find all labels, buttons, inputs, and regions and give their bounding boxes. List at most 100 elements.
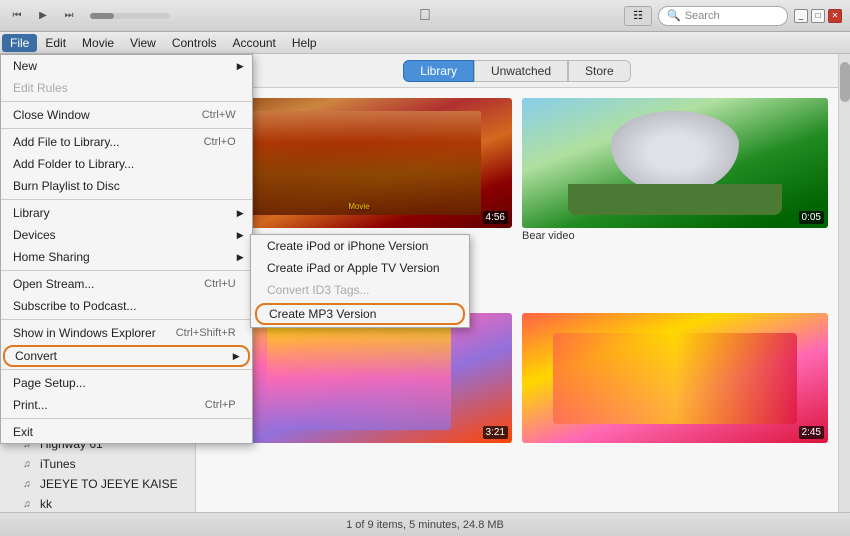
submenu-convert-id3-label: Convert ID3 Tags...	[267, 283, 370, 297]
title-bar-center: 	[419, 7, 431, 25]
menu-burn-playlist[interactable]: Burn Playlist to Disc	[1, 175, 252, 197]
menu-exit[interactable]: Exit	[1, 421, 252, 443]
close-window-shortcut: Ctrl+W	[202, 109, 236, 121]
menu-add-file[interactable]: Add File to Library... Ctrl+O	[1, 131, 252, 153]
close-button[interactable]: ✕	[828, 9, 842, 23]
separator-1	[1, 101, 252, 102]
menu-subscribe-podcast-label: Subscribe to Podcast...	[13, 299, 136, 313]
menu-close-window[interactable]: Close Window Ctrl+W	[1, 104, 252, 126]
menu-item-help[interactable]: Help	[284, 34, 325, 52]
sidebar-item-jeeye-label: JEEYE TO JEEYE KAISE	[40, 477, 178, 491]
sidebar-item-kk-label: kk	[40, 497, 52, 511]
menu-page-setup[interactable]: Page Setup...	[1, 372, 252, 394]
menu-open-stream[interactable]: Open Stream... Ctrl+U	[1, 273, 252, 295]
menu-item-account[interactable]: Account	[225, 34, 284, 52]
video-item-2[interactable]: 0:05 Bear video	[522, 98, 828, 303]
menu-devices-label: Devices	[13, 228, 56, 242]
menu-burn-playlist-label: Burn Playlist to Disc	[13, 179, 120, 193]
menu-home-sharing[interactable]: Home Sharing	[1, 246, 252, 268]
submenu-create-ipod-label: Create iPod or iPhone Version	[267, 239, 428, 253]
tab-library[interactable]: Library	[403, 60, 474, 82]
menu-new-label: New	[13, 59, 37, 73]
menu-item-movie[interactable]: Movie	[74, 34, 122, 52]
scrollbar[interactable]	[838, 54, 850, 512]
menu-item-edit[interactable]: Edit	[37, 34, 74, 52]
tab-store[interactable]: Store	[568, 60, 631, 82]
menu-add-folder[interactable]: Add Folder to Library...	[1, 153, 252, 175]
video-3-duration: 3:21	[483, 426, 508, 439]
menu-show-explorer-label: Show in Windows Explorer	[13, 326, 156, 340]
video-item-4[interactable]: 2:45	[522, 313, 828, 502]
rewind-button[interactable]: ⏮	[8, 7, 26, 25]
status-bar: 1 of 9 items, 5 minutes, 24.8 MB	[0, 512, 850, 536]
tab-unwatched[interactable]: Unwatched	[474, 60, 568, 82]
sidebar-item-kk[interactable]: ♫ kk	[0, 494, 195, 512]
show-explorer-shortcut: Ctrl+Shift+R	[176, 327, 236, 339]
menu-page-setup-label: Page Setup...	[13, 376, 86, 390]
menu-new[interactable]: New	[1, 55, 252, 77]
sidebar-item-itunes-label: iTunes	[40, 457, 76, 471]
tabs-bar: Library Unwatched Store	[196, 54, 838, 88]
submenu-create-ipod[interactable]: Create iPod or iPhone Version	[251, 235, 469, 257]
sidebar-item-itunes[interactable]: ♫ iTunes	[0, 454, 195, 474]
menu-home-sharing-label: Home Sharing	[13, 250, 90, 264]
submenu-create-mp3[interactable]: Create MP3 Version	[255, 303, 465, 325]
separator-7	[1, 418, 252, 419]
add-file-shortcut: Ctrl+O	[204, 136, 236, 148]
forward-button[interactable]: ⏭	[60, 7, 78, 25]
video-1-duration: 4:56	[483, 211, 508, 224]
menu-print[interactable]: Print... Ctrl+P	[1, 394, 252, 416]
menu-add-folder-label: Add Folder to Library...	[13, 157, 134, 171]
search-label: Search	[685, 10, 720, 22]
menu-subscribe-podcast[interactable]: Subscribe to Podcast...	[1, 295, 252, 317]
submenu-convert-id3: Convert ID3 Tags...	[251, 279, 469, 301]
submenu-create-ipad[interactable]: Create iPad or Apple TV Version	[251, 257, 469, 279]
file-menu-overlay: New Edit Rules Close Window Ctrl+W Add F…	[0, 54, 253, 444]
convert-submenu: Create iPod or iPhone Version Create iPa…	[250, 234, 470, 328]
scrollbar-thumb[interactable]	[840, 62, 850, 102]
title-bar-left: ⏮ ▶ ⏭	[8, 7, 170, 25]
video-2-label: Bear video	[522, 228, 828, 244]
menu-add-file-label: Add File to Library...	[13, 135, 120, 149]
menu-edit-rules-label: Edit Rules	[13, 81, 68, 95]
menu-convert[interactable]: Convert	[3, 345, 250, 367]
kk-icon: ♫	[20, 497, 34, 511]
sidebar-item-jeeye[interactable]: ♫ JEEYE TO JEEYE KAISE	[0, 474, 195, 494]
apple-logo: 	[419, 7, 431, 24]
progress-fill	[90, 13, 114, 19]
title-bar-right: ☷ 🔍 Search _ □ ✕	[624, 6, 842, 26]
open-stream-shortcut: Ctrl+U	[204, 278, 235, 290]
search-box[interactable]: 🔍 Search	[658, 6, 788, 26]
search-icon: 🔍	[667, 9, 681, 22]
maximize-button[interactable]: □	[811, 9, 825, 23]
separator-6	[1, 369, 252, 370]
menu-exit-label: Exit	[13, 425, 33, 439]
menu-show-explorer[interactable]: Show in Windows Explorer Ctrl+Shift+R	[1, 322, 252, 344]
menu-convert-label: Convert	[15, 349, 57, 363]
menu-item-file[interactable]: File	[2, 34, 37, 52]
menu-item-controls[interactable]: Controls	[164, 34, 225, 52]
playback-progress[interactable]	[90, 13, 170, 19]
jeeye-icon: ♫	[20, 477, 34, 491]
separator-5	[1, 319, 252, 320]
menu-edit-rules: Edit Rules	[1, 77, 252, 99]
submenu-create-mp3-label: Create MP3 Version	[269, 307, 376, 321]
separator-2	[1, 128, 252, 129]
video-thumb-4: 2:45	[522, 313, 828, 443]
separator-4	[1, 270, 252, 271]
window-controls: _ □ ✕	[794, 9, 842, 23]
menu-devices[interactable]: Devices	[1, 224, 252, 246]
minimize-button[interactable]: _	[794, 9, 808, 23]
menu-library-label: Library	[13, 206, 50, 220]
play-button[interactable]: ▶	[34, 7, 52, 25]
menu-open-stream-label: Open Stream...	[13, 277, 94, 291]
status-text: 1 of 9 items, 5 minutes, 24.8 MB	[346, 519, 504, 531]
submenu-create-ipad-label: Create iPad or Apple TV Version	[267, 261, 440, 275]
itunes-icon: ♫	[20, 457, 34, 471]
menu-print-label: Print...	[13, 398, 48, 412]
menu-item-view[interactable]: View	[122, 34, 164, 52]
menu-library[interactable]: Library	[1, 202, 252, 224]
title-bar: ⏮ ▶ ⏭  ☷ 🔍 Search _ □ ✕	[0, 0, 850, 32]
print-shortcut: Ctrl+P	[205, 399, 236, 411]
view-toggle-button[interactable]: ☷	[624, 6, 652, 26]
